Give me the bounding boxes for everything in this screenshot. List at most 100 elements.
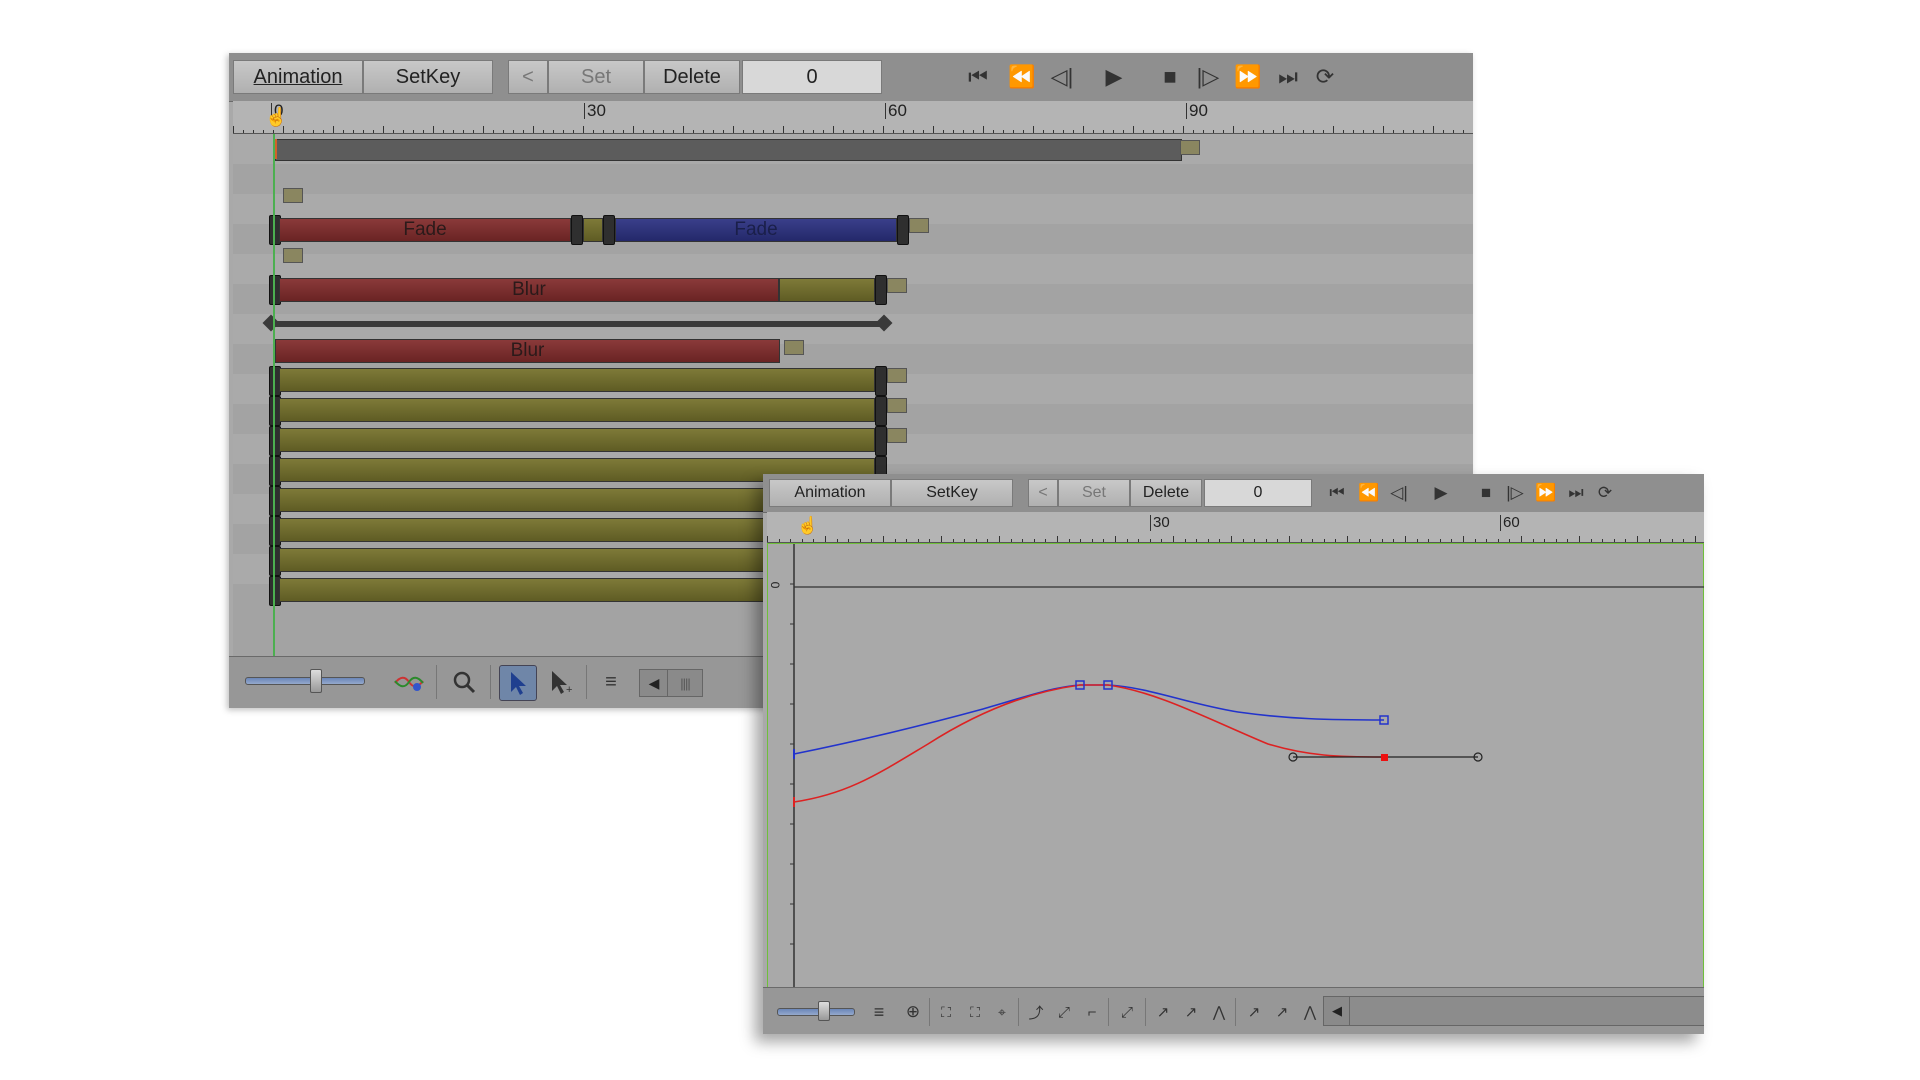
playhead-hand-icon[interactable]: ☝ — [797, 516, 818, 536]
set-button[interactable]: Set — [548, 60, 644, 94]
red-curve[interactable] — [793, 684, 1385, 803]
delete-button[interactable]: Delete — [1130, 479, 1202, 507]
frame-all-icon[interactable]: ⛶ — [933, 1000, 959, 1024]
delete-button[interactable]: Delete — [644, 60, 740, 94]
add-select-tool-icon[interactable]: + — [543, 665, 579, 699]
loop-icon[interactable]: ⟳ — [1592, 480, 1618, 506]
fade-clip-b[interactable]: Fade — [615, 218, 897, 242]
step-forward-icon[interactable]: |▷ — [1192, 61, 1224, 93]
stop-icon[interactable]: ■ — [1473, 480, 1499, 506]
curve-graph[interactable]: 0 — [767, 543, 1704, 988]
scroll-left-arrow-icon[interactable]: ◀ — [1323, 996, 1351, 1026]
center-icon[interactable]: ⌖ — [989, 1000, 1015, 1024]
setkey-button[interactable]: SetKey — [891, 479, 1013, 507]
align-lines-icon[interactable]: ≡ — [596, 667, 626, 697]
transition-gap[interactable] — [583, 218, 603, 242]
clip-handle[interactable] — [875, 396, 887, 426]
clip-flag[interactable] — [887, 278, 907, 293]
play-icon[interactable]: ▶ — [1428, 480, 1454, 506]
clip-handle[interactable] — [875, 426, 887, 456]
olive-clip[interactable] — [279, 398, 875, 422]
tangent-flat-icon[interactable]: ⤢ — [1114, 1000, 1140, 1024]
clip-handle[interactable] — [875, 366, 887, 396]
animation-button[interactable]: Animation — [233, 60, 363, 94]
clip-flag[interactable] — [887, 398, 907, 413]
clip-flag[interactable] — [887, 428, 907, 443]
zoom-slider-thumb[interactable] — [818, 1001, 830, 1021]
play-icon[interactable]: ▶ — [1098, 61, 1130, 93]
tangent-linear-icon[interactable]: ⤢ — [1051, 1000, 1077, 1024]
ruler-tick — [1091, 539, 1093, 542]
stop-icon[interactable]: ■ — [1154, 61, 1186, 93]
frame-input[interactable]: 0 — [1204, 479, 1312, 507]
clip-flag[interactable] — [909, 218, 929, 233]
ruler-tick — [1381, 539, 1383, 542]
clip-flag[interactable] — [283, 248, 303, 263]
tangent-smooth-icon[interactable]: ⤴ — [1023, 1000, 1049, 1024]
rewind-icon[interactable]: ⏪ — [1006, 61, 1038, 93]
scroll-left-arrow-icon[interactable]: ◀ — [639, 669, 669, 697]
clip-tail[interactable] — [779, 278, 875, 302]
clip-handle[interactable] — [571, 215, 583, 245]
horizontal-scrollbar[interactable] — [1349, 996, 1704, 1026]
olive-clip[interactable] — [279, 368, 875, 392]
scroll-thumb[interactable]: |||| — [667, 669, 703, 697]
zoom-slider-thumb[interactable] — [310, 669, 322, 693]
go-to-end-icon[interactable]: ⏭ — [1563, 480, 1589, 506]
zoom-fit-icon[interactable]: ⊕ — [900, 1000, 926, 1024]
olive-clip[interactable] — [279, 428, 875, 452]
ease-both-icon[interactable]: ⋀ — [1206, 1000, 1232, 1024]
align-lines-icon[interactable]: ≡ — [866, 1000, 892, 1024]
step-back-icon[interactable]: ◁| — [1046, 61, 1078, 93]
clip-handle[interactable] — [897, 215, 909, 245]
zoom-icon[interactable] — [449, 667, 479, 697]
unify-tangent-icon[interactable]: ↗ — [1269, 1000, 1295, 1024]
curve-canvas[interactable] — [768, 544, 1704, 987]
clip-flag[interactable] — [1180, 140, 1200, 155]
step-back-icon[interactable]: ◁| — [1386, 480, 1412, 506]
playhead-line[interactable] — [273, 134, 275, 656]
weighted-tangent-icon[interactable]: ⋀ — [1297, 1000, 1323, 1024]
clip-flag[interactable] — [283, 188, 303, 203]
blur-clip-a[interactable]: Blur — [279, 278, 779, 302]
clip-flag[interactable] — [784, 340, 804, 355]
fast-forward-icon[interactable]: ⏩ — [1232, 61, 1264, 93]
loop-icon[interactable]: ⟳ — [1309, 61, 1341, 93]
fast-forward-icon[interactable]: ⏩ — [1533, 480, 1559, 506]
step-forward-icon[interactable]: |▷ — [1502, 480, 1528, 506]
ruler-tick — [1347, 536, 1348, 542]
timeline-ruler[interactable]: 0 30 60 90 ☝ — [233, 101, 1473, 134]
prev-key-button[interactable]: < — [1028, 479, 1058, 507]
break-tangent-icon[interactable]: ↗ — [1241, 1000, 1267, 1024]
zoom-slider[interactable] — [245, 677, 365, 685]
blur-clip-b[interactable]: Blur — [275, 339, 780, 363]
go-to-start-icon[interactable]: ⏮ — [962, 61, 994, 93]
prev-key-button[interactable]: < — [508, 60, 548, 94]
curve-mode-icon[interactable] — [392, 667, 426, 697]
blue-curve[interactable] — [793, 684, 1385, 755]
curve-ruler[interactable]: 30 60 ☝ — [767, 512, 1704, 543]
clip-flag[interactable] — [887, 368, 907, 383]
master-clip[interactable] — [275, 139, 1182, 161]
tangent-step-icon[interactable]: ⌐ — [1079, 1000, 1105, 1024]
animation-button[interactable]: Animation — [769, 479, 891, 507]
set-button[interactable]: Set — [1058, 479, 1130, 507]
select-tool-icon[interactable] — [499, 665, 537, 701]
timeline-toolbar: Animation SetKey < Set Delete 0 ⏮ ⏪ ◁| ▶… — [229, 53, 1473, 102]
go-to-end-icon[interactable]: ⏭ — [1272, 61, 1304, 93]
clip-handle[interactable] — [603, 215, 615, 245]
ease-out-icon[interactable]: ↗ — [1178, 1000, 1204, 1024]
selected-keyframe[interactable] — [1381, 754, 1388, 761]
ease-in-icon[interactable]: ↗ — [1150, 1000, 1176, 1024]
frame-input[interactable]: 0 — [742, 60, 882, 94]
fade-clip-a[interactable]: Fade — [279, 218, 571, 242]
rewind-icon[interactable]: ⏪ — [1356, 480, 1382, 506]
range-bar[interactable] — [273, 321, 883, 327]
playhead-hand-icon[interactable]: ☝ — [265, 107, 287, 128]
ruler-tick — [1373, 130, 1374, 133]
clip-handle[interactable] — [875, 275, 887, 305]
go-to-start-icon[interactable]: ⏮ — [1324, 480, 1350, 506]
zoom-slider[interactable] — [777, 1008, 855, 1016]
setkey-button[interactable]: SetKey — [363, 60, 493, 94]
frame-selected-icon[interactable]: ⛶ — [962, 1000, 988, 1024]
